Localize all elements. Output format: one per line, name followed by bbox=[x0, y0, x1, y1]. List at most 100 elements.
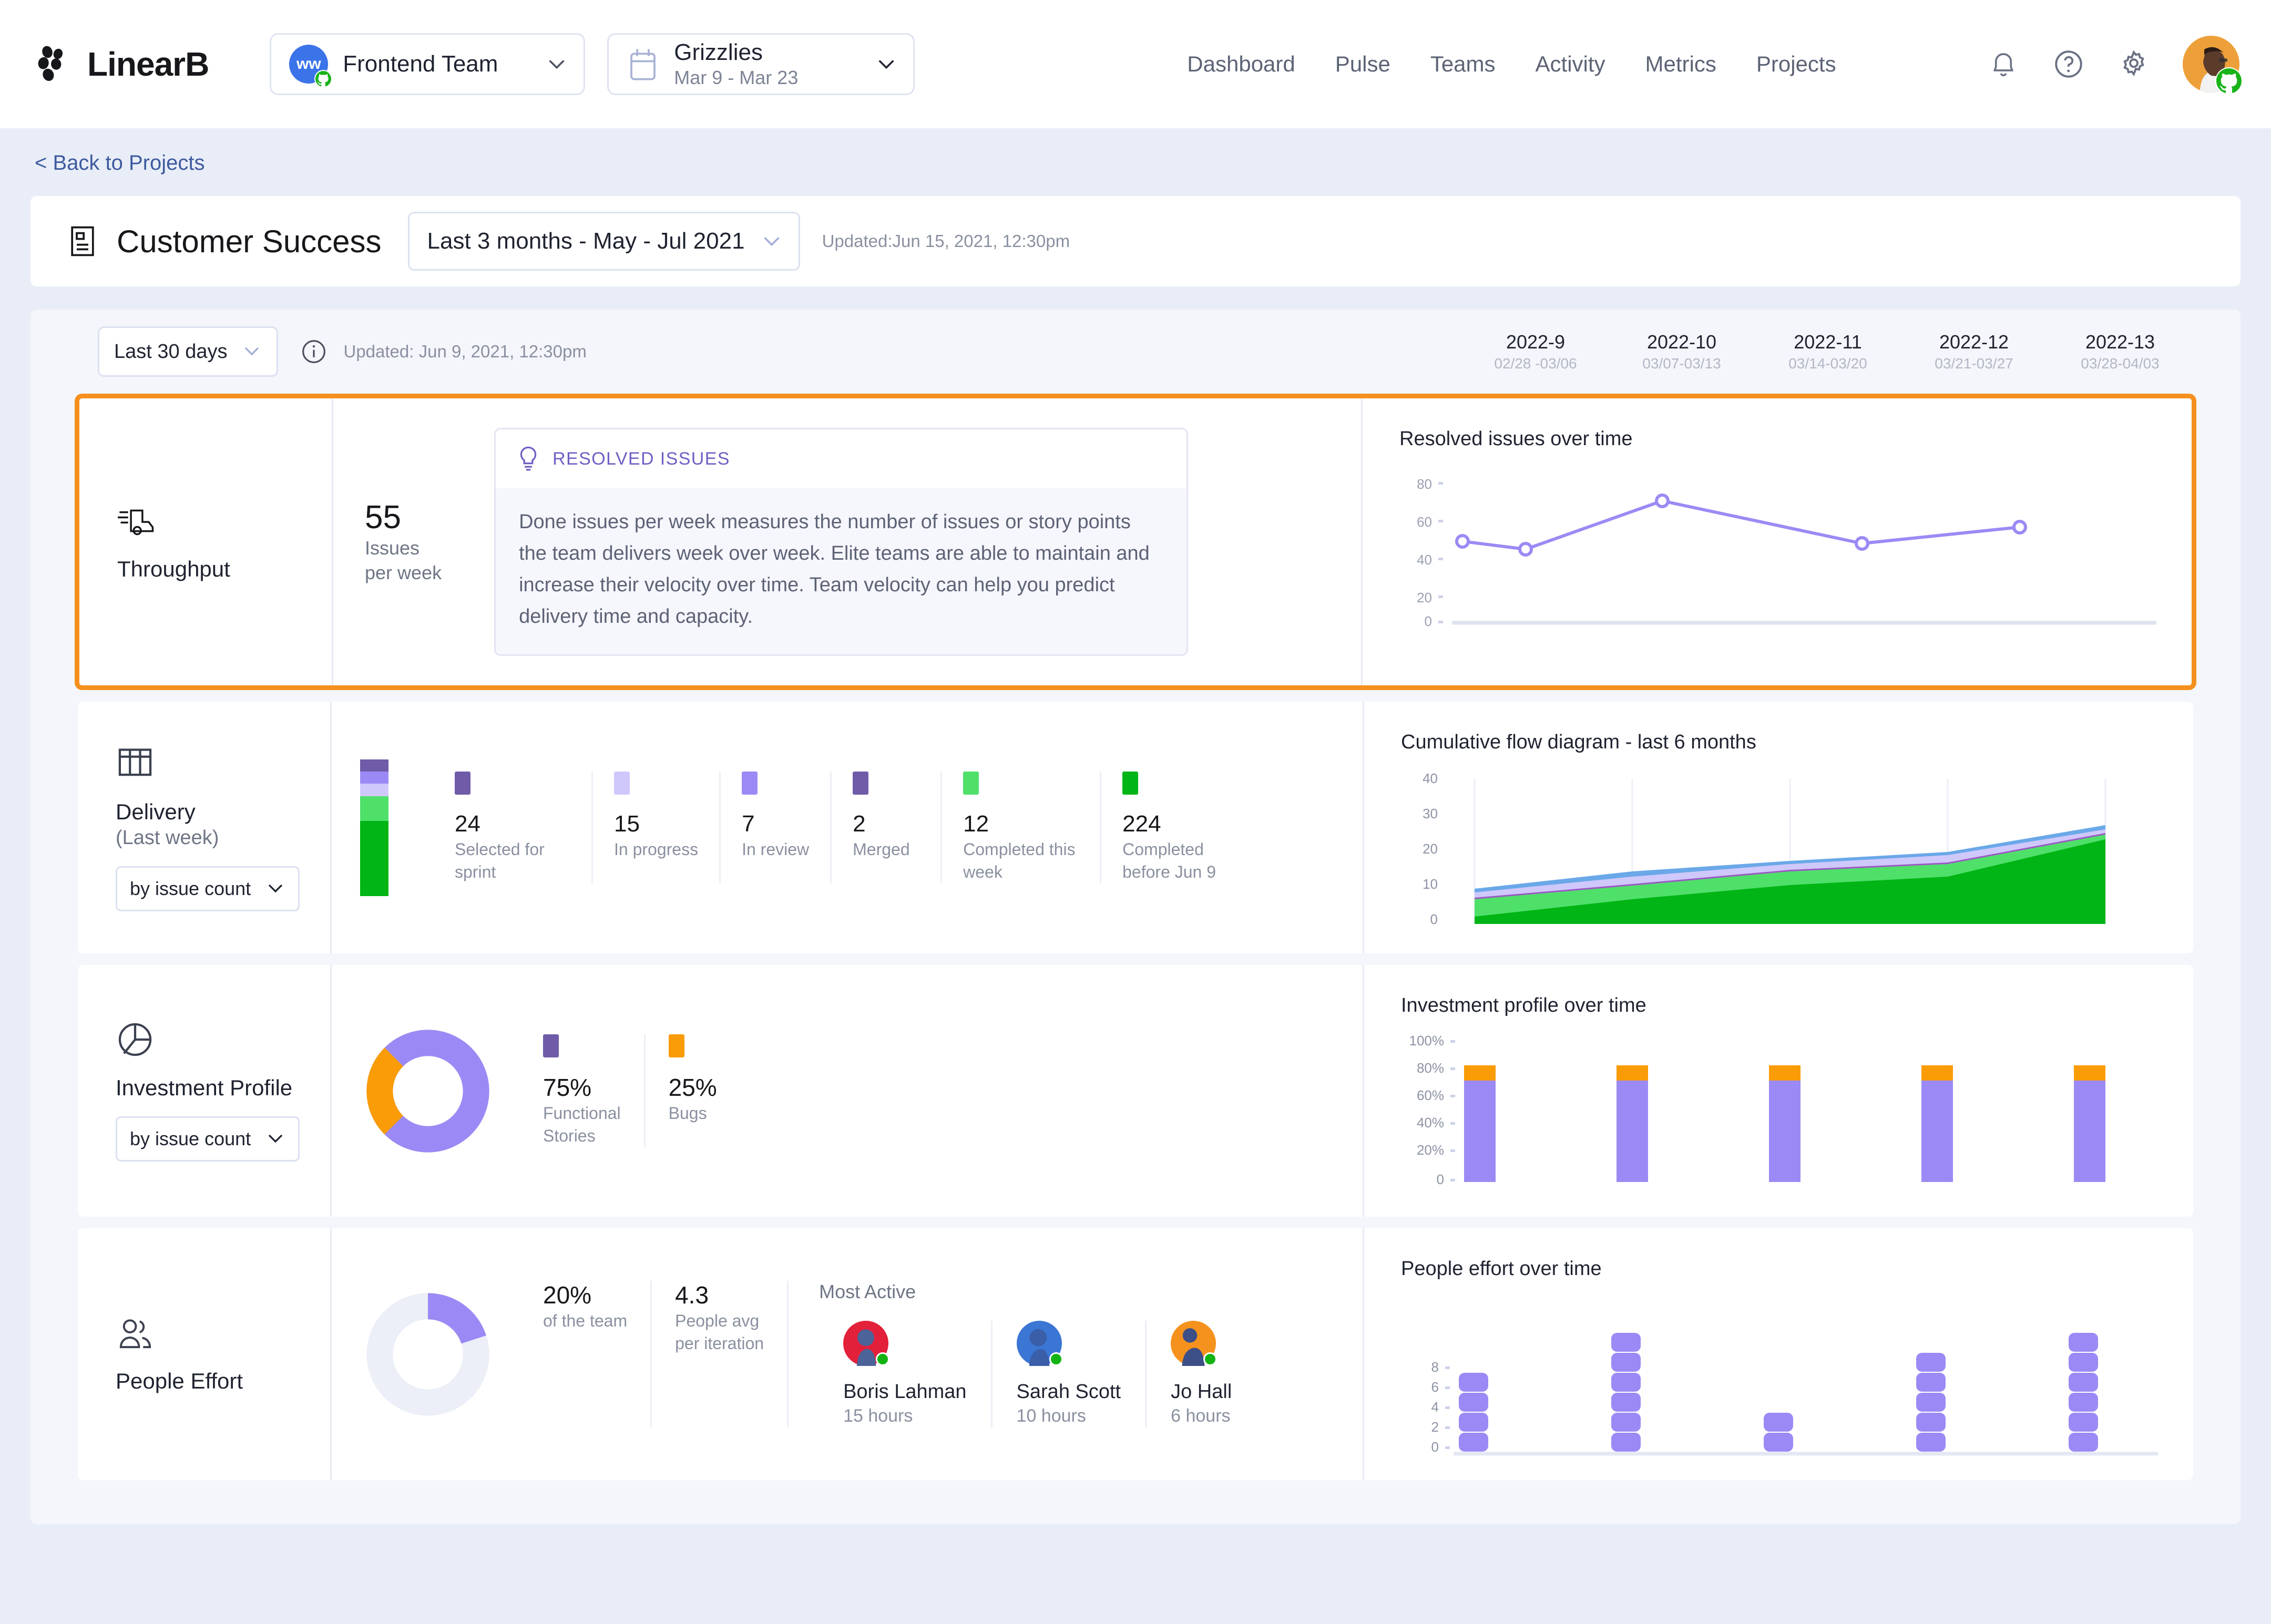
brand-logo[interactable]: LinearB bbox=[35, 45, 209, 84]
nav-link-pulse[interactable]: Pulse bbox=[1315, 52, 1410, 77]
chart-title: Cumulative flow diagram - last 6 months bbox=[1401, 731, 1756, 754]
nav-link-dashboard[interactable]: Dashboard bbox=[1167, 52, 1315, 77]
metric-row-throughput[interactable]: Throughput 55 Issues per week RESOLVED I… bbox=[75, 394, 2196, 691]
people-avg-value: 4.3 bbox=[675, 1281, 709, 1309]
chevron-down-icon bbox=[763, 236, 781, 246]
gear-icon[interactable] bbox=[2117, 48, 2150, 80]
calendar-icon bbox=[627, 47, 659, 81]
nav-link-teams[interactable]: Teams bbox=[1410, 52, 1516, 77]
delivery-unit-select[interactable]: by issue count bbox=[116, 866, 300, 911]
delivery-stacked-bar bbox=[360, 759, 388, 896]
person-hours: 6 hours bbox=[1171, 1406, 1231, 1426]
people-avg-cell: 4.3 People avg per iteration bbox=[650, 1280, 787, 1428]
stat-value: 7 bbox=[742, 811, 755, 837]
top-navigation-bar: LinearB ww Frontend Team Grizzlies Mar 9… bbox=[0, 0, 2271, 128]
stat-value: 2 bbox=[853, 811, 866, 837]
truck-icon bbox=[117, 501, 156, 540]
info-icon[interactable] bbox=[300, 338, 328, 365]
svg-text:20: 20 bbox=[1423, 841, 1438, 857]
investment-unit-select[interactable]: by issue count bbox=[116, 1116, 300, 1162]
stack-segment-in-progress bbox=[360, 784, 388, 796]
person-hours: 15 hours bbox=[843, 1406, 913, 1426]
bell-icon[interactable] bbox=[1987, 48, 2020, 80]
nav-link-metrics[interactable]: Metrics bbox=[1625, 52, 1736, 77]
github-icon bbox=[2215, 67, 2243, 95]
stat-value: 12 bbox=[963, 811, 989, 837]
status-dot bbox=[1203, 1352, 1218, 1366]
swatch bbox=[614, 772, 630, 795]
metric-name: People Effort bbox=[116, 1369, 243, 1394]
svg-text:4: 4 bbox=[1431, 1399, 1439, 1415]
investment-donut bbox=[332, 1025, 520, 1157]
svg-text:0: 0 bbox=[1425, 613, 1432, 629]
svg-text:6: 6 bbox=[1431, 1379, 1439, 1395]
status-dot bbox=[1049, 1352, 1063, 1366]
sprint-range: Mar 9 - Mar 23 bbox=[674, 67, 799, 89]
nav-link-projects[interactable]: Projects bbox=[1736, 52, 1856, 77]
tip-body: Done issues per week measures the number… bbox=[519, 511, 1150, 628]
metric-row-people-effort[interactable]: People Effort 20% of the team 4.3 People… bbox=[78, 1228, 2193, 1481]
sprint-selector[interactable]: Grizzlies Mar 9 - Mar 23 bbox=[607, 33, 915, 95]
stat-cell-in-progress: 15 In progress bbox=[591, 772, 719, 884]
week-label: 2022-12 bbox=[1939, 331, 2009, 353]
delivery-label-block: Delivery (Last week) by issue count bbox=[78, 702, 330, 953]
svg-text:10: 10 bbox=[1423, 876, 1438, 892]
app-page: LinearB ww Frontend Team Grizzlies Mar 9… bbox=[0, 0, 2271, 1624]
week-header-cell: 2022-9 02/28 -03/06 bbox=[1462, 330, 1609, 374]
kpi-value: 55 bbox=[365, 499, 401, 536]
area-chart-svg: 40 30 20 10 0 bbox=[1423, 772, 2106, 927]
legend-value: 75% bbox=[543, 1073, 592, 1101]
team-selector[interactable]: ww Frontend Team bbox=[270, 33, 586, 95]
chevron-down-icon bbox=[268, 883, 285, 894]
week-header-cell: 2022-10 03/07-03/13 bbox=[1609, 330, 1755, 374]
stat-value: 224 bbox=[1122, 811, 1161, 837]
stat-label: Merged bbox=[853, 839, 910, 859]
stack-segment-completed-week bbox=[360, 796, 388, 821]
sprint-name: Grizzlies bbox=[674, 39, 763, 65]
chevron-down-icon bbox=[244, 346, 262, 357]
svg-text:2: 2 bbox=[1431, 1419, 1439, 1435]
most-active-person[interactable]: Boris Lahman 15 hours bbox=[819, 1320, 990, 1428]
swatch bbox=[668, 1034, 684, 1057]
chart-title: People effort over time bbox=[1401, 1258, 1602, 1280]
page-title: Customer Success bbox=[117, 223, 382, 259]
person-name: Boris Lahman bbox=[843, 1380, 967, 1403]
week-dates: 03/07-03/13 bbox=[1642, 355, 1721, 372]
people-label-block: People Effort bbox=[78, 1228, 330, 1480]
most-active-person[interactable]: Jo Hall 6 hours bbox=[1145, 1320, 1256, 1428]
people-content: 20% of the team 4.3 People avg per itera… bbox=[330, 1228, 1363, 1481]
period-select[interactable]: Last 3 months - May - Jul 2021 bbox=[407, 212, 800, 271]
stat-cell-completed-before: 224 Completed before Jun 9 bbox=[1100, 772, 1259, 884]
people-stats: 20% of the team 4.3 People avg per itera… bbox=[520, 1280, 1279, 1428]
breadcrumb: < Back to Projects bbox=[0, 128, 2271, 196]
stat-value: 24 bbox=[455, 811, 480, 837]
pie-icon bbox=[116, 1020, 155, 1059]
svg-text:20: 20 bbox=[1417, 590, 1432, 605]
project-icon bbox=[65, 224, 100, 259]
svg-text:30: 30 bbox=[1423, 806, 1438, 821]
metric-row-delivery[interactable]: Delivery (Last week) by issue count 24 S… bbox=[78, 702, 2193, 954]
stat-cell-completed-this-week: 12 Completed this week bbox=[940, 772, 1100, 884]
svg-text:40: 40 bbox=[1417, 552, 1432, 568]
kpi-unit-line2: per week bbox=[365, 561, 442, 583]
legend-label-line2: Stories bbox=[543, 1126, 596, 1146]
metric-name: Delivery bbox=[116, 799, 196, 824]
team-avatar: ww bbox=[289, 45, 333, 88]
metric-row-investment-profile[interactable]: Investment Profile by issue count 75% Fu… bbox=[78, 965, 2193, 1217]
user-avatar[interactable] bbox=[2183, 36, 2243, 95]
investment-label-block: Investment Profile by issue count bbox=[78, 965, 330, 1217]
range-select[interactable]: Last 30 days bbox=[98, 326, 279, 377]
people-pct-cell: 20% of the team bbox=[520, 1281, 650, 1428]
people-avg-label-line1: People avg bbox=[675, 1311, 760, 1330]
week-label: 2022-13 bbox=[2085, 331, 2155, 353]
delivery-content: 24 Selected for sprint 15 In progress 7 … bbox=[330, 702, 1363, 954]
back-to-projects-link[interactable]: < Back to Projects bbox=[35, 151, 204, 174]
svg-text:80%: 80% bbox=[1417, 1060, 1444, 1076]
nav-link-activity[interactable]: Activity bbox=[1516, 52, 1625, 77]
week-label: 2022-11 bbox=[1794, 331, 1862, 353]
linearb-logo-icon bbox=[35, 45, 74, 84]
help-icon[interactable] bbox=[2052, 48, 2085, 80]
panel-updated-text: Updated: Jun 9, 2021, 12:30pm bbox=[343, 342, 587, 361]
github-icon bbox=[314, 70, 333, 88]
most-active-person[interactable]: Sarah Scott 10 hours bbox=[990, 1320, 1145, 1428]
